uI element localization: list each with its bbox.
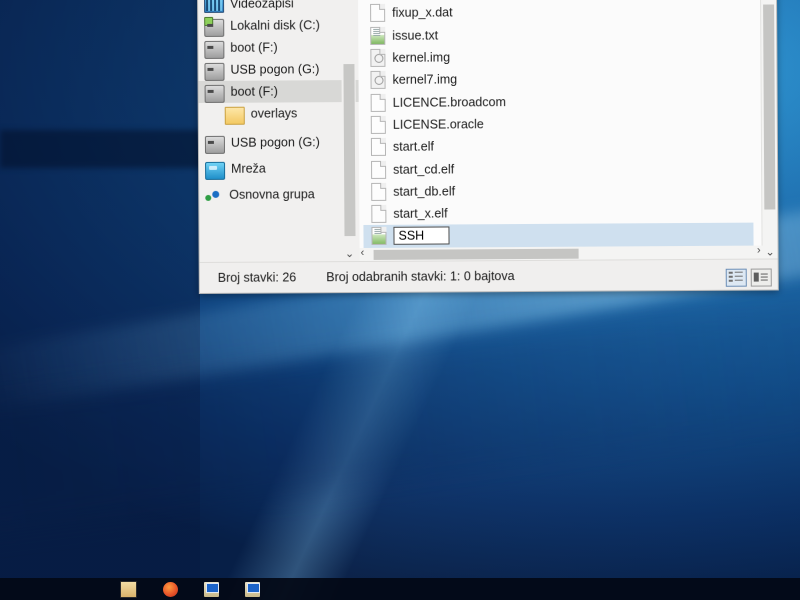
- folder-icon: [224, 106, 245, 125]
- sidebar-item-label: Videozapisi: [230, 0, 294, 11]
- scrollbar-thumb[interactable]: [763, 4, 776, 210]
- sidebar-item-boot-f-selected[interactable]: boot (F:): [198, 80, 359, 103]
- list-item[interactable]: kernel7.img: [366, 68, 596, 92]
- text-file-icon: [371, 227, 387, 246]
- file-name: start.elf: [392, 139, 434, 155]
- sidebar-item-label: overlays: [250, 106, 298, 121]
- list-item[interactable]: start_cd.elf: [367, 157, 597, 181]
- selection-info-label: Broj odabranih stavki: 1: 0 bajtova: [326, 269, 515, 285]
- sidebar-item-label: boot (F:): [230, 40, 278, 55]
- firefox-icon[interactable]: [163, 581, 178, 597]
- file-name: issue.txt: [392, 28, 439, 43]
- drive-icon: [204, 40, 225, 59]
- file-list: fixup_db.dat fixup_x.dat issue.txt kerne…: [363, 0, 754, 248]
- list-item-selected[interactable]: SSH: [363, 222, 754, 248]
- file-icon: [371, 182, 387, 201]
- explorer-body: Videozapisi Lokalni disk (C:) boot (F:) …: [198, 0, 778, 263]
- wallpaper-dark-band: [0, 130, 215, 168]
- list-item[interactable]: start_x.elf: [367, 202, 597, 226]
- file-explorer-window: Videozapisi Lokalni disk (C:) boot (F:) …: [197, 0, 779, 294]
- video-folder-icon: [204, 0, 225, 13]
- list-item[interactable]: start.elf: [367, 135, 597, 159]
- local-disk-icon: [204, 18, 225, 37]
- file-icon: [371, 204, 387, 224]
- drive-icon: [204, 135, 225, 154]
- drive-icon: [204, 84, 225, 103]
- network-icon: [205, 161, 226, 180]
- sidebar-item-overlays[interactable]: overlays: [199, 102, 359, 125]
- scrollbar-thumb[interactable]: [343, 64, 356, 237]
- sidebar-item-label: Lokalni disk (C:): [230, 18, 320, 33]
- file-icon: [370, 93, 386, 112]
- sidebar-item-lokalni-disk-c[interactable]: Lokalni disk (C:): [198, 14, 358, 37]
- list-item[interactable]: kernel.img: [366, 45, 596, 69]
- file-name: start_db.elf: [393, 184, 456, 199]
- file-list-vertical-scrollbar[interactable]: ⌄: [759, 0, 778, 260]
- file-explorer-icon[interactable]: [120, 580, 137, 598]
- sidebar-item-label: USB pogon (G:): [230, 135, 320, 150]
- chevron-down-icon[interactable]: ⌄: [343, 247, 357, 260]
- chevron-right-icon[interactable]: ›: [757, 245, 761, 257]
- scrollbar-thumb[interactable]: [373, 248, 579, 260]
- sidebar-item-videozapisi[interactable]: Videozapisi: [198, 0, 358, 15]
- list-item[interactable]: issue.txt: [366, 23, 596, 47]
- details-view-button[interactable]: [725, 268, 747, 287]
- taskbar[interactable]: [0, 578, 800, 600]
- navigation-pane-scrollbar[interactable]: ⌄: [341, 0, 357, 263]
- file-icon: [370, 115, 386, 134]
- sidebar-item-osnovna-grupa[interactable]: Osnovna grupa: [199, 183, 359, 206]
- file-icon: [370, 138, 387, 157]
- sidebar-item-label: USB pogon (G:): [230, 62, 320, 77]
- list-item[interactable]: LICENCE.broadcom: [367, 90, 597, 114]
- vnc-viewer-icon[interactable]: [245, 581, 260, 597]
- homegroup-icon: [205, 188, 223, 204]
- text-file-icon: [370, 26, 386, 45]
- navigation-pane[interactable]: Videozapisi Lokalni disk (C:) boot (F:) …: [198, 0, 360, 263]
- drive-icon: [204, 62, 225, 81]
- disc-image-icon: [370, 48, 386, 67]
- file-icon: [370, 4, 386, 23]
- file-name: kernel.img: [392, 50, 451, 65]
- sidebar-item-mreza[interactable]: Mreža: [199, 157, 359, 180]
- chevron-down-icon[interactable]: ⌄: [763, 245, 778, 258]
- vnc-viewer-icon[interactable]: [204, 581, 219, 597]
- chevron-left-icon[interactable]: ‹: [361, 247, 365, 259]
- disc-image-icon: [370, 71, 386, 90]
- sidebar-item-usb-pogon-g-2[interactable]: USB pogon (G:): [199, 131, 359, 154]
- file-icon: [371, 160, 387, 179]
- sidebar-item-boot-f[interactable]: boot (F:): [198, 36, 358, 59]
- file-name: fixup_x.dat: [392, 5, 453, 21]
- list-item[interactable]: fixup_x.dat: [366, 1, 596, 25]
- view-mode-buttons: [725, 268, 772, 287]
- file-list-pane[interactable]: fixup_db.dat fixup_x.dat issue.txt kerne…: [358, 0, 778, 263]
- large-icons-view-button[interactable]: [750, 268, 772, 287]
- list-item[interactable]: start_db.elf: [367, 179, 597, 203]
- file-name: LICENSE.oracle: [392, 117, 484, 132]
- rename-input[interactable]: SSH: [393, 226, 450, 246]
- item-count-label: Broj stavki: 26: [217, 270, 297, 285]
- file-name: kernel7.img: [392, 72, 458, 88]
- sidebar-item-usb-pogon-g[interactable]: USB pogon (G:): [198, 58, 358, 81]
- sidebar-item-label: Osnovna grupa: [229, 187, 315, 202]
- sidebar-item-label: boot (F:): [230, 84, 278, 99]
- file-name: LICENCE.broadcom: [392, 94, 506, 110]
- file-name: start_x.elf: [393, 206, 448, 221]
- file-name: start_cd.elf: [393, 161, 455, 177]
- list-item[interactable]: LICENSE.oracle: [367, 112, 597, 136]
- sidebar-item-label: Mreža: [231, 161, 266, 176]
- status-bar: Broj stavki: 26 Broj odabranih stavki: 1…: [199, 258, 778, 293]
